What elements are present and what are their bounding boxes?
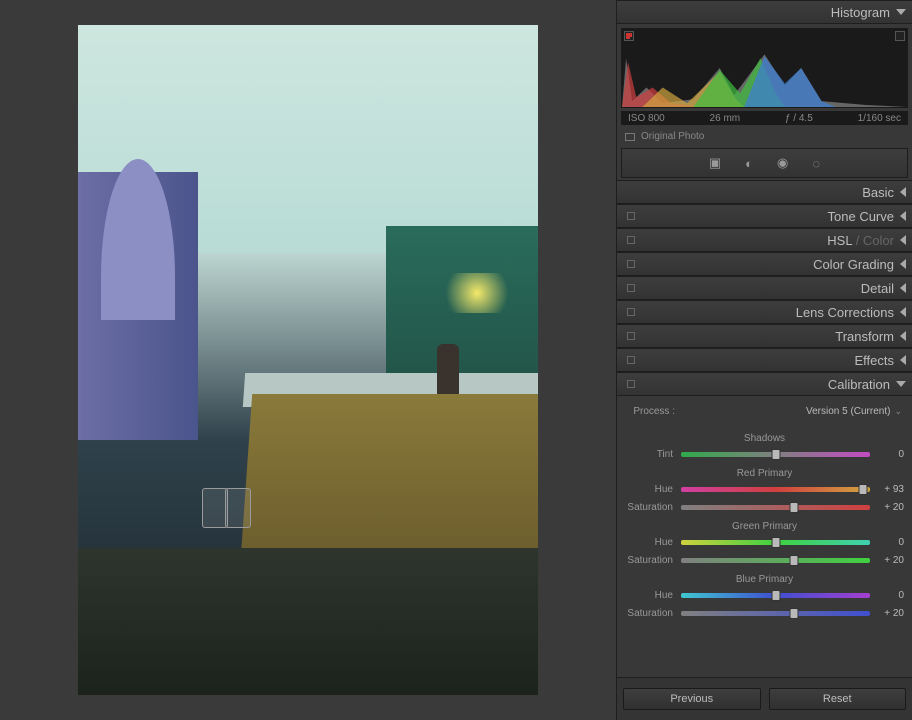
panel-label: Effects [854, 353, 894, 368]
previous-button[interactable]: Previous [623, 688, 761, 710]
panel-label: Calibration [828, 377, 890, 392]
hsl-color-panel-header[interactable]: HSL / Color [617, 228, 912, 252]
slider-label: Saturation [625, 555, 681, 566]
disclosure-triangle-icon [900, 331, 906, 341]
panel-switch-icon[interactable] [627, 356, 635, 364]
original-photo-toggle[interactable]: Original Photo [617, 125, 912, 148]
panel-switch-icon[interactable] [627, 284, 635, 292]
basic-panel-header[interactable]: Basic [617, 180, 912, 204]
develop-toolstrip: ▣ ◐ ◉ ◌ [621, 148, 908, 178]
disclosure-triangle-icon [900, 355, 906, 365]
slider-label: Hue [625, 537, 681, 548]
blue-sat-value[interactable]: + 20 [870, 608, 904, 619]
process-label: Process : [627, 406, 683, 417]
reset-button[interactable]: Reset [769, 688, 907, 710]
panel-footer: Previous Reset [617, 677, 912, 720]
panel-label: Basic [862, 185, 894, 200]
green-primary-subtitle: Green Primary [625, 521, 904, 532]
color-grading-panel-header[interactable]: Color Grading [617, 252, 912, 276]
panel-switch-icon[interactable] [627, 308, 635, 316]
tone-curve-panel-header[interactable]: Tone Curve [617, 204, 912, 228]
aperture-value: ƒ / 4.5 [785, 113, 813, 124]
process-version-dropdown[interactable]: Version 5 (Current)⌄ [683, 406, 902, 417]
slider-label: Saturation [625, 502, 681, 513]
original-photo-label: Original Photo [641, 131, 704, 142]
green-sat-slider[interactable] [681, 558, 870, 563]
panel-switch-icon[interactable] [627, 236, 635, 244]
panel-label: Color Grading [813, 257, 894, 272]
transform-panel-header[interactable]: Transform [617, 324, 912, 348]
panel-label: Tone Curve [828, 209, 894, 224]
disclosure-triangle-icon [900, 187, 906, 197]
detail-panel-header[interactable]: Detail [617, 276, 912, 300]
develop-side-panel: Histogram ISO 800 26 mm ƒ / 4.5 1/160 se… [616, 0, 912, 720]
red-primary-subtitle: Red Primary [625, 468, 904, 479]
shadows-tint-value[interactable]: 0 [870, 449, 904, 460]
blue-hue-slider[interactable] [681, 593, 870, 598]
green-sat-value[interactable]: + 20 [870, 555, 904, 566]
histogram-title: Histogram [831, 5, 890, 20]
green-hue-value[interactable]: 0 [870, 537, 904, 548]
histogram-metadata: ISO 800 26 mm ƒ / 4.5 1/160 sec [621, 111, 908, 125]
shutter-value: 1/160 sec [858, 113, 901, 124]
lens-corrections-panel-header[interactable]: Lens Corrections [617, 300, 912, 324]
panel-label: Transform [835, 329, 894, 344]
blue-primary-subtitle: Blue Primary [625, 574, 904, 585]
panel-label: Detail [861, 281, 894, 296]
slider-label: Hue [625, 590, 681, 601]
red-sat-slider[interactable] [681, 505, 870, 510]
histogram-display[interactable] [621, 28, 908, 108]
disclosure-triangle-icon [896, 9, 906, 15]
panel-label: Lens Corrections [796, 305, 894, 320]
disclosure-triangle-icon [900, 259, 906, 269]
panel-switch-icon[interactable] [627, 212, 635, 220]
iso-value: ISO 800 [628, 113, 665, 124]
panel-switch-icon[interactable] [627, 260, 635, 268]
disclosure-triangle-icon [900, 307, 906, 317]
focal-length-value: 26 mm [710, 113, 741, 124]
masking-tool-icon[interactable]: ◌ [812, 156, 820, 171]
calibration-panel-header[interactable]: Calibration [617, 372, 912, 396]
disclosure-triangle-icon [900, 211, 906, 221]
image-preview-area[interactable] [0, 0, 616, 720]
shadows-tint-slider[interactable] [681, 452, 870, 457]
histogram-panel-header[interactable]: Histogram [617, 0, 912, 24]
photo-compare-icon [625, 133, 635, 141]
effects-panel-header[interactable]: Effects [617, 348, 912, 372]
red-hue-value[interactable]: + 93 [870, 484, 904, 495]
redeye-tool-icon[interactable]: ◉ [777, 155, 788, 171]
slider-label: Hue [625, 484, 681, 495]
blue-hue-value[interactable]: 0 [870, 590, 904, 601]
crop-tool-icon[interactable]: ▣ [709, 155, 721, 171]
panel-label: HSL / Color [827, 233, 894, 248]
red-hue-slider[interactable] [681, 487, 870, 492]
panel-switch-icon[interactable] [627, 332, 635, 340]
slider-label: Tint [625, 449, 681, 460]
disclosure-triangle-icon [900, 283, 906, 293]
disclosure-triangle-icon [900, 235, 906, 245]
photo-preview [78, 25, 538, 695]
panel-switch-icon[interactable] [627, 380, 635, 388]
disclosure-triangle-icon [896, 381, 906, 387]
spot-removal-tool-icon[interactable]: ◐ [745, 156, 753, 171]
slider-label: Saturation [625, 608, 681, 619]
green-hue-slider[interactable] [681, 540, 870, 545]
red-sat-value[interactable]: + 20 [870, 502, 904, 513]
blue-sat-slider[interactable] [681, 611, 870, 616]
calibration-panel-body: Process : Version 5 (Current)⌄ Shadows T… [617, 396, 912, 635]
shadows-subtitle: Shadows [625, 433, 904, 444]
